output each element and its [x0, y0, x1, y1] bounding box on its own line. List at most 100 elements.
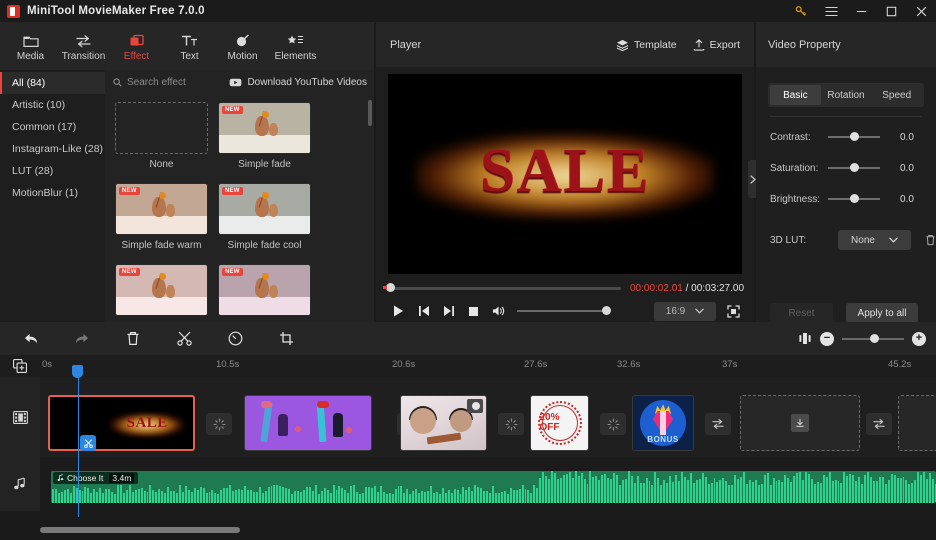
- timeline-clip-purple[interactable]: [244, 395, 372, 451]
- category-item-artistic[interactable]: Artistic (10): [0, 94, 105, 116]
- previous-frame-button[interactable]: [411, 300, 436, 322]
- effect-item-row3-right[interactable]: NEW: [218, 264, 311, 322]
- video-track-header[interactable]: [0, 377, 40, 457]
- zoom-in-button[interactable]: +: [912, 331, 926, 346]
- effect-item-row3-left[interactable]: NEW: [115, 264, 208, 322]
- timeline-clip-sale[interactable]: SALE: [48, 395, 195, 451]
- nav-tab-effect[interactable]: Effect: [110, 23, 163, 69]
- category-item-common[interactable]: Common (17): [0, 116, 105, 138]
- search-icon: [113, 77, 122, 87]
- trash-icon[interactable]: [925, 234, 936, 246]
- nav-tab-media[interactable]: Media: [4, 23, 57, 69]
- category-item-motionblur[interactable]: MotionBlur (1): [0, 182, 105, 204]
- time-separator: /: [682, 282, 692, 294]
- effect-grid-scrollbar[interactable]: [368, 100, 372, 322]
- effect-thumbnail: NEW: [218, 102, 311, 154]
- playback-progress-handle[interactable]: [383, 283, 395, 292]
- close-button[interactable]: [906, 0, 936, 22]
- search-input[interactable]: Search effect: [113, 77, 186, 88]
- timeline-ruler[interactable]: 0s 10.5s 20.6s 27.6s 32.6s 37s 45.2s: [0, 355, 936, 377]
- volume-handle[interactable]: [602, 306, 611, 315]
- category-label: All (84): [12, 77, 46, 89]
- tab-speed[interactable]: Speed: [871, 85, 922, 105]
- category-item-all[interactable]: All (84): [0, 72, 105, 94]
- scrollbar-thumb[interactable]: [368, 100, 372, 126]
- export-button[interactable]: Export: [693, 39, 740, 51]
- timeline-clip-bonus[interactable]: BONUS: [632, 395, 694, 451]
- clip-badge-icon: [467, 399, 483, 413]
- ruler-tick-3: 27.6s: [524, 359, 548, 370]
- download-youtube-videos-button[interactable]: Download YouTube Videos: [229, 77, 367, 88]
- audio-waveform: [51, 471, 936, 503]
- timeline-clip-stamp[interactable]: 20% OFF: [530, 395, 589, 451]
- redo-icon[interactable]: [63, 322, 101, 355]
- brightness-slider[interactable]: [828, 194, 880, 203]
- video-preview-stage[interactable]: SALE: [388, 74, 742, 274]
- brightness-handle[interactable]: [850, 194, 859, 203]
- stop-button[interactable]: [461, 300, 486, 322]
- fit-timeline-icon[interactable]: [798, 332, 812, 345]
- next-frame-button[interactable]: [436, 300, 461, 322]
- lut-select[interactable]: None: [838, 230, 911, 250]
- zoom-handle[interactable]: [870, 333, 879, 343]
- contrast-slider[interactable]: [828, 132, 880, 141]
- fullscreen-icon[interactable]: [722, 300, 744, 322]
- maximize-button[interactable]: [876, 0, 906, 22]
- split-icon[interactable]: [165, 322, 203, 355]
- timeline-clip-photo[interactable]: [400, 395, 487, 451]
- zoom-slider[interactable]: [842, 333, 904, 343]
- transition-slot-6[interactable]: [866, 413, 892, 435]
- speed-icon[interactable]: [216, 322, 254, 355]
- undo-icon[interactable]: [12, 322, 50, 355]
- playhead-handle[interactable]: [72, 365, 83, 378]
- effect-item-simple-fade[interactable]: NEW Simple fade: [218, 102, 311, 180]
- playback-progress-slider[interactable]: [383, 283, 621, 292]
- timeline-clip-placeholder[interactable]: [740, 395, 860, 451]
- nav-tab-motion[interactable]: Motion: [216, 23, 269, 69]
- hamburger-icon[interactable]: [816, 0, 846, 22]
- nav-tab-transition[interactable]: Transition: [57, 23, 110, 69]
- clip-preview-text: BONUS: [647, 435, 679, 444]
- apply-label: Apply to all: [857, 307, 907, 319]
- transition-slot-3[interactable]: [498, 413, 524, 435]
- add-media-icon[interactable]: [13, 359, 27, 373]
- music-note-icon: [13, 477, 27, 491]
- aspect-ratio-select[interactable]: 16:9: [654, 301, 716, 321]
- delete-icon[interactable]: [114, 322, 152, 355]
- saturation-slider[interactable]: [828, 163, 880, 172]
- nav-tab-text[interactable]: Text: [163, 23, 216, 69]
- volume-slider[interactable]: [517, 306, 611, 315]
- transition-slot-4[interactable]: [600, 413, 626, 435]
- audio-track-lane[interactable]: Choose It 3.4m: [40, 457, 936, 511]
- category-item-instagram-like[interactable]: Instagram-Like (28): [0, 138, 105, 160]
- timeline-horizontal-scrollbar[interactable]: [40, 525, 936, 535]
- effect-item-simple-fade-warm[interactable]: NEW Simple fade warm: [115, 183, 208, 261]
- volume-icon[interactable]: [486, 300, 511, 322]
- zoom-out-button[interactable]: −: [820, 331, 834, 346]
- effect-item-none[interactable]: None: [115, 102, 208, 180]
- crop-icon[interactable]: [267, 322, 305, 355]
- transition-slot-5[interactable]: [705, 413, 731, 435]
- audio-track-header[interactable]: [0, 457, 40, 511]
- clip-split-badge[interactable]: [80, 435, 96, 451]
- saturation-handle[interactable]: [850, 163, 859, 172]
- category-label: Artistic (10): [12, 99, 66, 111]
- timeline-clip-placeholder-2[interactable]: [898, 395, 936, 451]
- video-track-lane[interactable]: SALE 20% OFF BONUS: [40, 377, 936, 457]
- transition-slot-1[interactable]: [206, 413, 232, 435]
- minimize-button[interactable]: [846, 0, 876, 22]
- effect-item-simple-fade-cool[interactable]: NEW Simple fade cool: [218, 183, 311, 261]
- template-button[interactable]: Template: [616, 39, 677, 51]
- timeline-audio-clip[interactable]: Choose It 3.4m: [51, 471, 936, 503]
- tab-basic[interactable]: Basic: [770, 85, 821, 105]
- apply-to-all-button[interactable]: Apply to all: [846, 303, 918, 323]
- reset-button[interactable]: Reset: [770, 303, 833, 323]
- scrollbar-thumb[interactable]: [40, 527, 240, 533]
- category-item-lut[interactable]: LUT (28): [0, 160, 105, 182]
- tab-rotation[interactable]: Rotation: [821, 85, 872, 105]
- nav-tab-elements[interactable]: Elements: [269, 23, 322, 69]
- player-controls: 00:00:02.01 / 00:03:27.00 16:9: [376, 280, 754, 324]
- play-button[interactable]: [386, 300, 411, 322]
- key-icon[interactable]: [786, 0, 816, 22]
- contrast-handle[interactable]: [850, 132, 859, 141]
